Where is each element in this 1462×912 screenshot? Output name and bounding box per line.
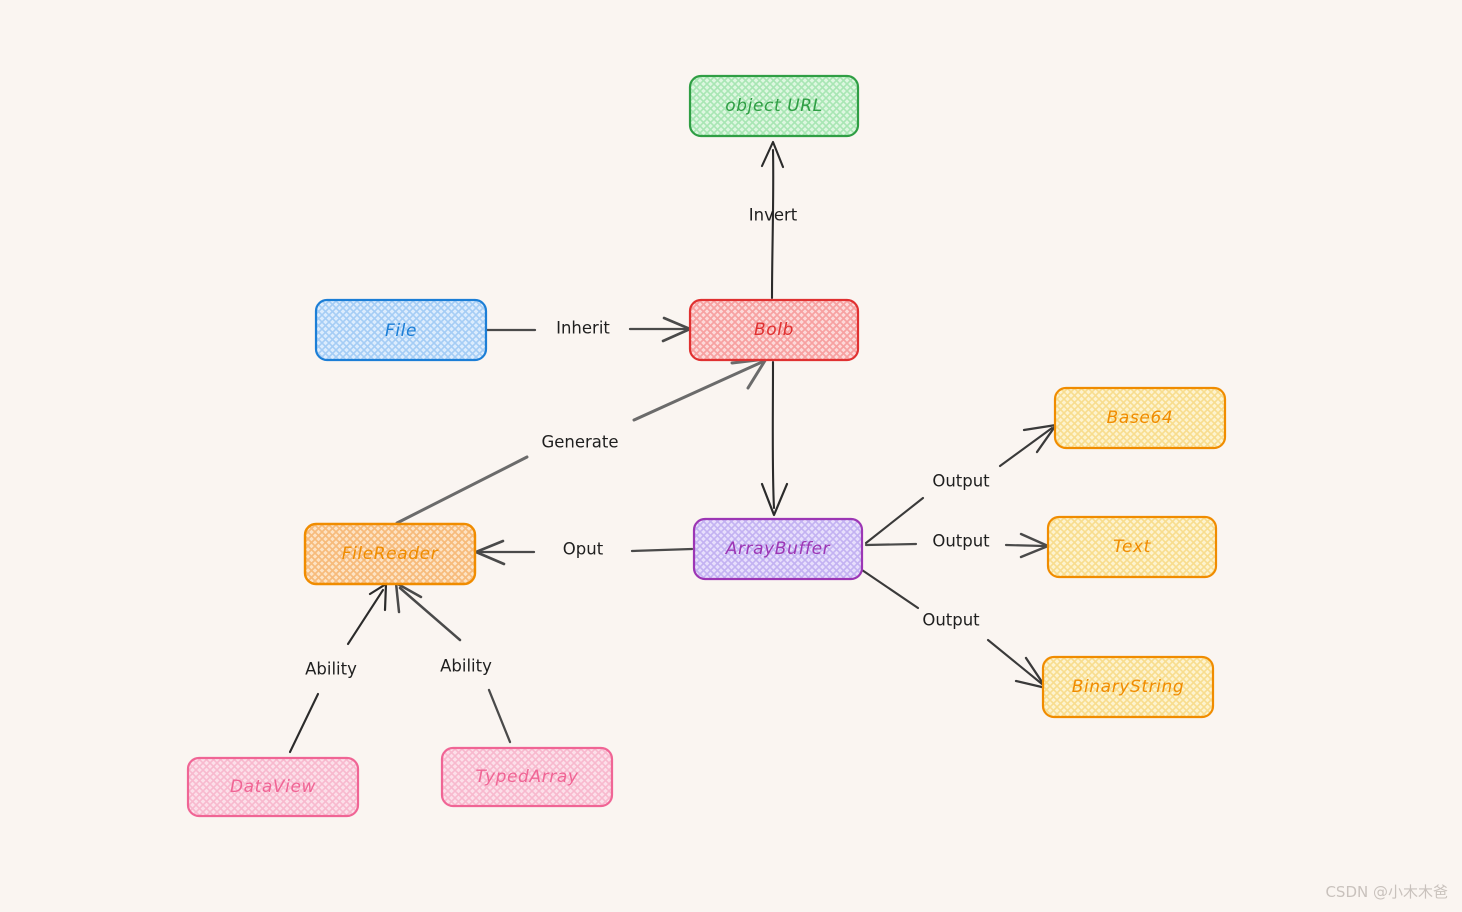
edge-label-output-text: Output (932, 532, 990, 551)
diagram-canvas: object URL File Bolb Base64 FileReader A… (186, 74, 1227, 818)
edge-labels-layer: Invert Inherit Generate Oput Output Outp… (305, 206, 990, 679)
node-file-label: File (385, 321, 417, 341)
node-typedarray-label: TypedArray (475, 767, 578, 787)
node-object-url[interactable]: object URL (688, 74, 860, 138)
edge-label-output-base64: Output (932, 472, 990, 491)
node-filereader[interactable]: FileReader (303, 522, 477, 586)
node-dataview-label: DataView (230, 777, 316, 797)
node-base64[interactable]: Base64 (1053, 386, 1227, 450)
node-text[interactable]: Text (1046, 515, 1218, 579)
edge-label-oput: Oput (563, 540, 604, 559)
edge-label-generate: Generate (541, 433, 618, 452)
edge-label-ability-typedarray: Ability (440, 657, 492, 676)
node-binarystring[interactable]: BinaryString (1041, 655, 1215, 719)
edge-label-inherit: Inherit (556, 319, 610, 338)
csdn-watermark: CSDN @小木木爸 (1325, 883, 1448, 901)
node-blob-label: Bolb (754, 320, 794, 340)
node-typedarray[interactable]: TypedArray (440, 746, 614, 808)
edge-label-invert: Invert (749, 206, 798, 225)
node-file[interactable]: File (314, 298, 488, 362)
node-filereader-label: FileReader (342, 544, 439, 564)
node-arraybuffer-label: ArrayBuffer (725, 539, 831, 559)
node-object-url-label: object URL (725, 96, 823, 116)
edge-label-output-binarystring: Output (922, 611, 980, 630)
node-binarystring-label: BinaryString (1072, 677, 1185, 697)
edge-label-ability-dataview: Ability (305, 660, 357, 679)
node-blob[interactable]: Bolb (688, 298, 860, 362)
node-arraybuffer[interactable]: ArrayBuffer (692, 517, 864, 581)
edges-layer (288, 140, 1058, 754)
node-dataview[interactable]: DataView (186, 756, 360, 818)
edge-blob-to-arraybuffer (760, 360, 789, 517)
node-base64-label: Base64 (1107, 408, 1174, 428)
node-text-label: Text (1113, 537, 1152, 557)
